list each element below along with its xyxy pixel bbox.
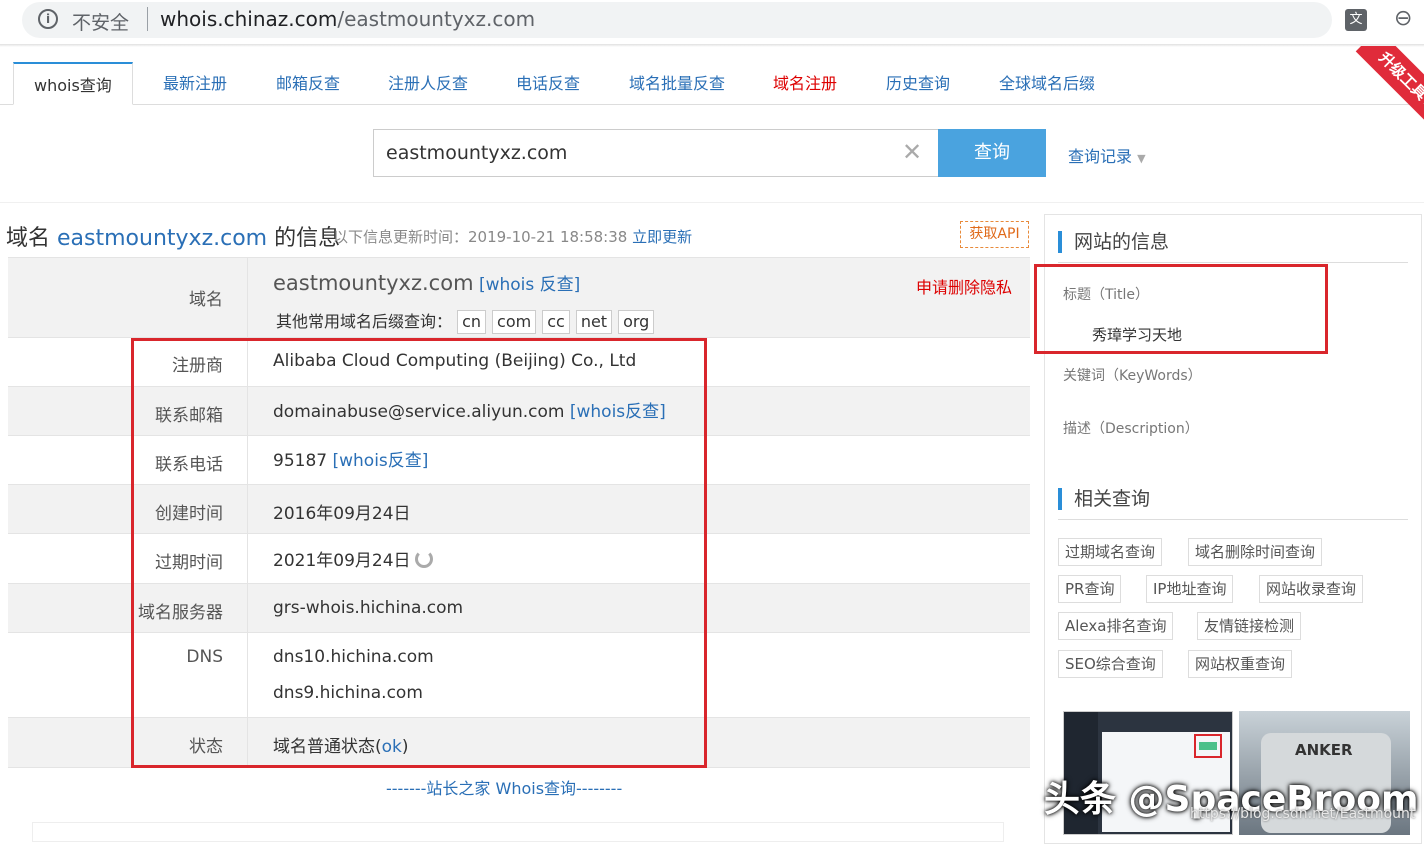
url-host: whois.chinaz.com: [160, 7, 338, 31]
suffix-cc[interactable]: cc: [542, 310, 570, 334]
row-label: 域名: [8, 258, 248, 337]
get-api-button[interactable]: 获取API: [960, 221, 1029, 248]
vip-ribbon-label: 升级工具VIP: [1355, 46, 1424, 122]
suffix-com[interactable]: com: [492, 310, 537, 334]
section-divider: [1058, 262, 1408, 263]
suffix-label: 其他常用域名后缀查询：: [276, 312, 453, 331]
tab-email-reverse[interactable]: 邮箱反查: [256, 62, 360, 105]
clear-icon[interactable]: ✕: [902, 138, 922, 166]
watermark-url: https://blog.csdn.net/Eastmount: [1190, 806, 1416, 822]
tab-phone-reverse[interactable]: 电话反查: [496, 62, 600, 105]
tab-latest-register[interactable]: 最新注册: [143, 62, 247, 105]
suffix-cn[interactable]: cn: [457, 310, 487, 334]
search-divider: [0, 202, 1424, 203]
description-key: 描述（Description）: [1063, 421, 1199, 437]
keywords-key: 关键词（KeyWords）: [1063, 368, 1202, 384]
related-tag[interactable]: PR查询: [1058, 575, 1122, 603]
address-separator: [147, 7, 148, 31]
table-row: 域名 eastmountyxz.com [whois 反查] 其他常用域名后缀查…: [8, 258, 1030, 338]
translate-icon[interactable]: 文: [1345, 9, 1367, 31]
related-tag[interactable]: 域名删除时间查询: [1188, 538, 1323, 566]
insecure-label: 不安全: [72, 12, 130, 34]
title-prefix: 域名: [6, 226, 51, 251]
related-tag[interactable]: 友情链接检测: [1197, 612, 1302, 640]
whois-reverse-link[interactable]: [whois 反查]: [479, 275, 580, 295]
tab-whois[interactable]: whois查询: [13, 62, 133, 105]
toolbar-shadow: [0, 44, 1424, 47]
related-tag[interactable]: IP地址查询: [1146, 575, 1234, 603]
info-icon[interactable]: i: [38, 9, 58, 29]
search-box: ✕: [373, 129, 939, 177]
query-history-link[interactable]: 查询记录 ▼: [1068, 143, 1146, 167]
anker-logo: ANKER: [1295, 741, 1353, 759]
browser-address-bar: i 不安全 whois.chinaz.com/eastmountyxz.com …: [0, 0, 1424, 40]
tab-global-suffix[interactable]: 全球域名后缀: [979, 62, 1115, 105]
delete-privacy-link[interactable]: 申请删除隐私: [916, 274, 1012, 298]
related-tag[interactable]: 过期域名查询: [1058, 538, 1163, 566]
query-history-label: 查询记录: [1068, 147, 1133, 166]
zoom-icon[interactable]: ⊖: [1394, 8, 1416, 30]
url-text[interactable]: whois.chinaz.com/eastmountyxz.com: [160, 7, 535, 31]
tab-batch-reverse[interactable]: 域名批量反查: [609, 62, 745, 105]
suffix-net[interactable]: net: [575, 310, 613, 334]
highlight-box-title: [1034, 264, 1328, 354]
url-path: /eastmountyxz.com: [337, 7, 536, 31]
related-tag[interactable]: 网站收录查询: [1259, 575, 1364, 603]
section-divider: [1058, 519, 1408, 520]
title-domain: eastmountyxz.com: [57, 226, 268, 251]
update-time: 以下信息更新时间：2019-10-21 18:58:38: [333, 228, 628, 246]
highlight-box-whois: [131, 338, 707, 768]
suffix-org[interactable]: org: [618, 310, 655, 334]
page-title: 域名 eastmountyxz.com 的信息: [6, 220, 340, 252]
whois-footer-link[interactable]: -------站长之家 Whois查询--------: [386, 775, 622, 799]
bottom-panel: [32, 822, 1004, 842]
title-suffix: 的信息: [274, 226, 341, 251]
row-value: eastmountyxz.com [whois 反查]: [273, 270, 580, 295]
search-input[interactable]: [386, 140, 886, 166]
update-info: 以下信息更新时间：2019-10-21 18:58:38 立即更新: [333, 226, 692, 247]
nav-tabs: whois查询 最新注册 邮箱反查 注册人反查 电话反查 域名批量反查 域名注册…: [0, 62, 1424, 105]
site-info-heading: 网站的信息: [1058, 231, 1169, 253]
thumb-highlight: [1194, 734, 1222, 758]
vip-ribbon[interactable]: 升级工具VIP: [1340, 46, 1424, 122]
tab-registrant-reverse[interactable]: 注册人反查: [368, 62, 488, 105]
caret-down-icon: ▼: [1137, 152, 1146, 165]
related-tag[interactable]: Alexa排名查询: [1058, 612, 1174, 640]
refresh-now-link[interactable]: 立即更新: [632, 228, 692, 246]
related-tag[interactable]: 网站权重查询: [1188, 650, 1293, 678]
related-tag[interactable]: SEO综合查询: [1058, 650, 1163, 678]
tab-history[interactable]: 历史查询: [866, 62, 970, 105]
related-heading: 相关查询: [1058, 488, 1150, 510]
tab-domain-register[interactable]: 域名注册: [753, 62, 857, 105]
search-button[interactable]: 查询: [938, 129, 1046, 177]
domain-value: eastmountyxz.com: [273, 271, 474, 295]
suffix-row: 其他常用域名后缀查询： cn com cc net org: [276, 308, 660, 334]
